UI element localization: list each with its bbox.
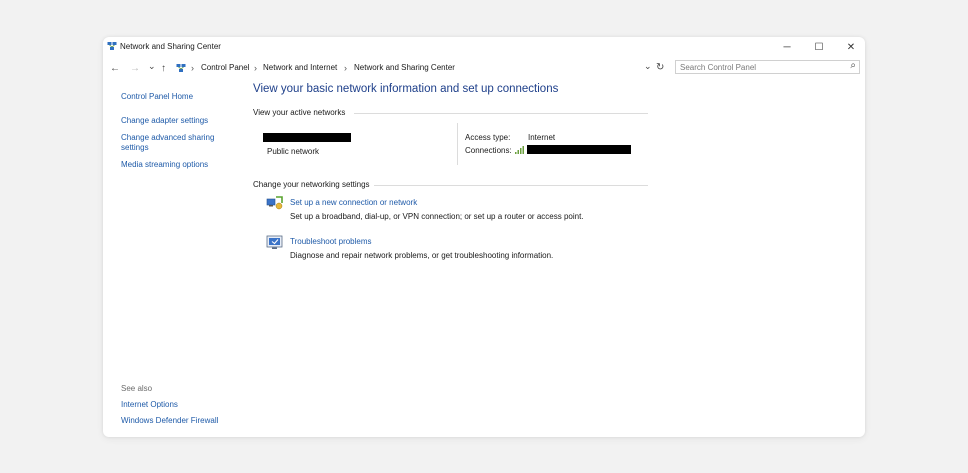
see-also-label: See also	[121, 384, 153, 393]
task-setup-connection-description: Set up a broadband, dial-up, or VPN conn…	[290, 212, 584, 221]
network-type: Public network	[267, 147, 320, 156]
see-also-internet-options[interactable]: Internet Options	[121, 400, 178, 409]
access-type-label: Access type:	[465, 133, 511, 142]
recent-locations-button[interactable]: ⌄	[148, 61, 156, 72]
minimize-button[interactable]: ─	[776, 39, 798, 55]
sidebar-item-change-advanced-sharing[interactable]: Change advanced sharing	[121, 133, 214, 142]
task-troubleshoot-description: Diagnose and repair network problems, or…	[290, 251, 554, 260]
change-settings-divider	[374, 185, 648, 186]
network-sharing-center-window: Network and Sharing Center ─ ☐ ✕ ← → ⌄ ↑…	[103, 37, 865, 437]
up-arrow-icon: ↑	[161, 63, 166, 74]
breadcrumb-network-and-sharing-center[interactable]: Network and Sharing Center	[354, 63, 455, 72]
connection-name-redaction[interactable]	[527, 145, 631, 154]
wifi-signal-icon	[515, 145, 526, 154]
up-button[interactable]: ↑	[161, 63, 166, 74]
sidebar-item-media-streaming-options[interactable]: Media streaming options	[121, 160, 208, 169]
search-icon[interactable]: ⌕	[850, 60, 856, 71]
network-info-divider	[457, 123, 458, 165]
search-input[interactable]	[680, 62, 840, 72]
window-title: Network and Sharing Center	[120, 42, 221, 51]
task-setup-connection-link[interactable]: Set up a new connection or network	[290, 198, 417, 207]
chevron-down-icon: ⌄	[644, 61, 652, 71]
see-also-windows-defender-firewall[interactable]: Windows Defender Firewall	[121, 416, 218, 425]
address-bar-icon	[176, 63, 186, 73]
back-button[interactable]: ←	[110, 63, 120, 74]
page-title: View your basic network information and …	[253, 83, 559, 95]
breadcrumb-separator-icon: ›	[254, 63, 257, 73]
forward-button[interactable]: →	[130, 63, 140, 74]
sidebar-control-panel-home[interactable]: Control Panel Home	[121, 92, 193, 101]
refresh-button[interactable]: ↻	[656, 62, 664, 73]
close-icon: ✕	[846, 41, 856, 53]
active-networks-divider	[354, 113, 648, 114]
close-button[interactable]: ✕	[840, 39, 862, 55]
breadcrumb-separator-icon: ›	[344, 63, 347, 73]
network-name-redaction	[263, 133, 351, 142]
breadcrumb-control-panel[interactable]: Control Panel	[201, 63, 249, 72]
chevron-down-icon: ⌄	[148, 61, 156, 71]
back-arrow-icon: ←	[110, 63, 120, 74]
change-networking-settings-label: Change your networking settings	[253, 180, 370, 189]
network-center-app-icon	[107, 41, 117, 51]
breadcrumb-network-and-internet[interactable]: Network and Internet	[263, 63, 337, 72]
task-troubleshoot-link[interactable]: Troubleshoot problems	[290, 237, 372, 246]
sidebar-item-change-adapter-settings[interactable]: Change adapter settings	[121, 116, 208, 125]
maximize-icon: ☐	[814, 41, 824, 53]
connections-label: Connections:	[465, 146, 512, 155]
address-dropdown-button[interactable]: ⌄	[644, 61, 652, 72]
forward-arrow-icon: →	[130, 63, 140, 74]
troubleshoot-icon	[266, 235, 284, 251]
active-networks-label: View your active networks	[253, 108, 346, 117]
maximize-button[interactable]: ☐	[808, 39, 830, 55]
network-setup-icon	[266, 194, 284, 210]
access-type-value: Internet	[528, 133, 556, 142]
breadcrumb-separator-icon: ›	[191, 63, 194, 73]
minimize-icon: ─	[783, 41, 791, 53]
search-box: ⌕	[675, 60, 860, 74]
refresh-icon: ↻	[656, 62, 665, 73]
sidebar-item-change-advanced-sharing-settings[interactable]: settings	[121, 143, 149, 152]
